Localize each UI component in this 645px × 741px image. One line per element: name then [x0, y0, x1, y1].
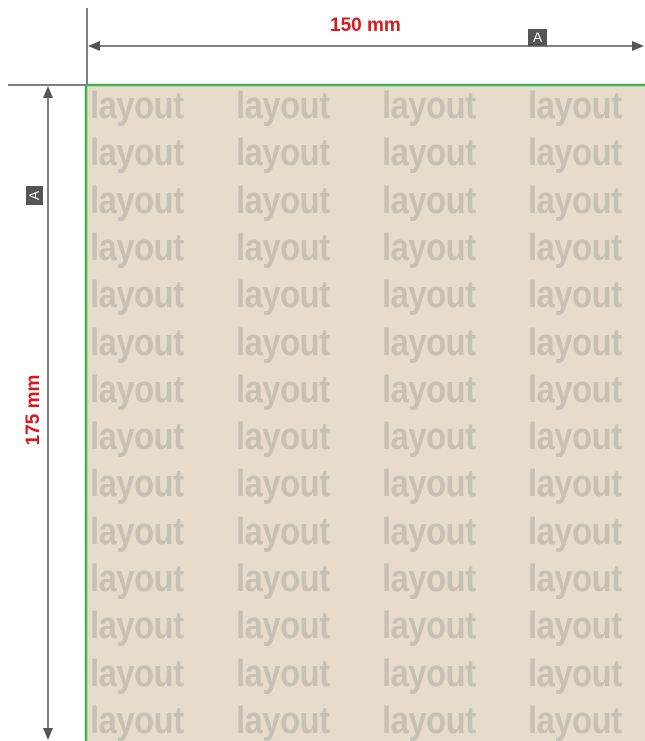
height-arrow-top-icon: [43, 86, 53, 98]
layout-watermark-text: layout: [236, 368, 330, 411]
layout-watermark-text: layout: [90, 85, 184, 127]
layout-watermark-text: layout: [528, 699, 622, 741]
layout-watermark-text: layout: [382, 699, 476, 741]
layout-watermark-text: layout: [382, 510, 476, 553]
layout-watermark-text: layout: [382, 605, 476, 648]
layout-watermark-text: layout: [90, 605, 184, 648]
layout-watermark-text: layout: [90, 652, 184, 695]
layout-watermark-text: layout: [236, 226, 330, 269]
layout-watermark-text: layout: [236, 179, 330, 222]
layout-watermark-text: layout: [90, 179, 184, 222]
width-arrow-left-icon: [88, 41, 100, 51]
layout-panel: layout layout layout layout layout layout layo…: [87, 85, 645, 741]
layout-watermark-text: layout: [382, 274, 476, 317]
layout-watermark-text: layout: [528, 321, 622, 364]
layout-watermark-text: layout: [90, 699, 184, 741]
layout-watermark-text: layout: [90, 226, 184, 269]
layout-watermark-text: layout: [528, 274, 622, 317]
width-arrow-right-icon: [632, 41, 644, 51]
height-arrow-bottom-icon: [43, 728, 53, 740]
layout-watermark-text: layout: [90, 274, 184, 317]
width-marker-badge: A: [528, 29, 547, 46]
layout-watermark-text: layout: [528, 179, 622, 222]
layout-watermark-text: layout: [382, 321, 476, 364]
layout-watermark-text: layout: [90, 463, 184, 506]
layout-watermark-text: layout: [528, 85, 622, 127]
layout-watermark-text: layout: [382, 463, 476, 506]
width-dimension-label: 150 mm: [330, 15, 401, 36]
layout-watermark-text: layout: [90, 416, 184, 459]
layout-watermark-text: layout: [528, 132, 622, 175]
layout-watermark-text: layout: [382, 652, 476, 695]
layout-watermark-text: layout: [528, 463, 622, 506]
layout-watermark-text: layout: [528, 416, 622, 459]
layout-watermark-text: layout: [528, 605, 622, 648]
layout-watermark-text: layout: [90, 321, 184, 364]
layout-watermark-text: layout: [236, 699, 330, 741]
layout-watermark-text: layout: [236, 652, 330, 695]
layout-watermark-text: layout: [382, 132, 476, 175]
layout-watermark-text: layout: [236, 463, 330, 506]
layout-watermark-text: layout: [382, 179, 476, 222]
height-marker-badge: A: [26, 186, 43, 205]
layout-watermark-text: layout: [528, 226, 622, 269]
layout-watermark-text: layout: [236, 510, 330, 553]
layout-watermark-text: layout: [236, 605, 330, 648]
layout-watermark-text: layout: [236, 416, 330, 459]
layout-watermark-text: layout: [382, 368, 476, 411]
layout-watermark-text: layout: [236, 85, 330, 127]
layout-watermark-text: layout: [236, 132, 330, 175]
layout-watermark-text: layout: [528, 510, 622, 553]
layout-watermark-text: layout: [382, 85, 476, 127]
layout-watermark-text: layout: [236, 321, 330, 364]
layout-watermark-text: layout: [528, 558, 622, 600]
layout-watermark-text: layout: [90, 510, 184, 553]
height-dimension-label: 175 mm: [23, 374, 44, 446]
layout-watermark-text: layout: [236, 558, 330, 600]
layout-watermark-text: layout: [90, 132, 184, 175]
layout-watermark-text: layout: [528, 368, 622, 411]
layout-watermark-text: layout: [90, 558, 184, 600]
layout-watermark-text: layout: [382, 558, 476, 600]
layout-watermark-text: layout: [90, 368, 184, 411]
layout-watermark-text: layout: [382, 416, 476, 459]
layout-watermark-text: layout: [528, 652, 622, 695]
layout-watermark-text: layout: [382, 226, 476, 269]
dimension-diagram: layout layout layout layout layout layout layo…: [0, 0, 645, 741]
layout-watermark-text: layout: [236, 274, 330, 317]
